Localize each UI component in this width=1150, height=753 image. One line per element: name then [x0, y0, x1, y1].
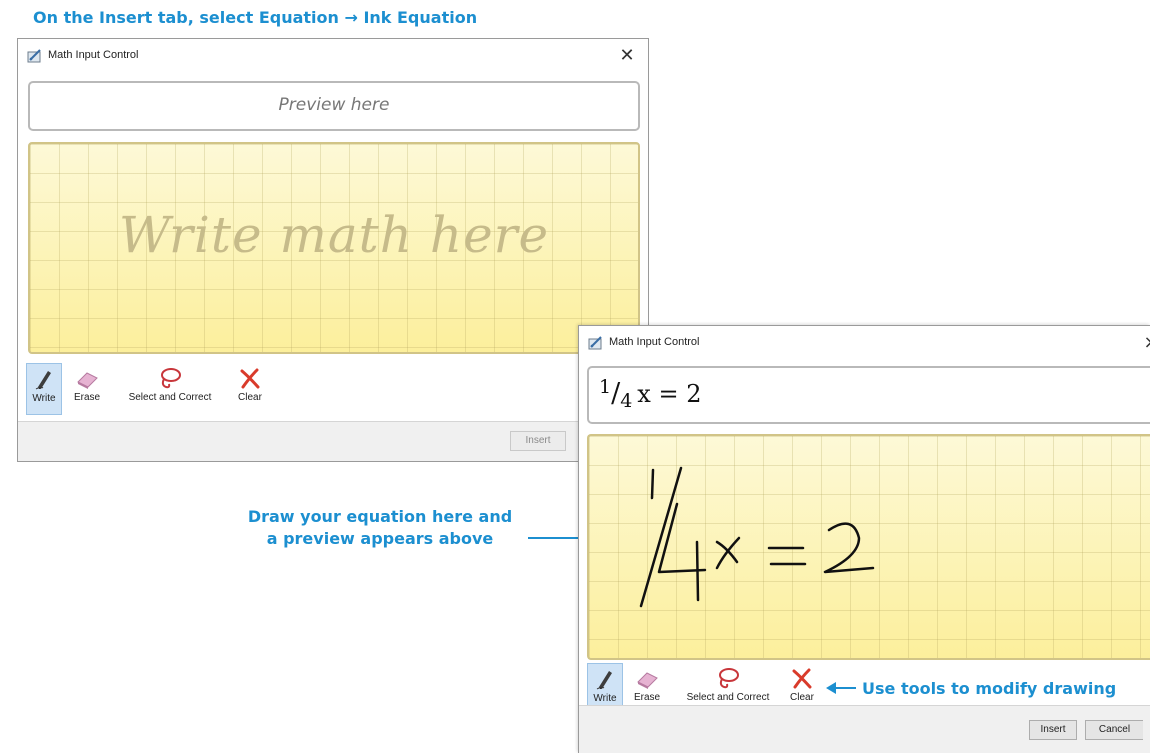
lasso-icon	[719, 668, 739, 689]
math-input-window-empty: Math Input Control ✕ Preview here Write …	[17, 38, 649, 462]
tutorial-figure: On the Insert tab, select Equation → Ink…	[0, 0, 1150, 753]
clear-x-icon	[240, 368, 260, 389]
preview-placeholder: Preview here	[278, 95, 390, 115]
close-button[interactable]: ×	[1138, 331, 1150, 355]
fraction-denominator: 4	[620, 390, 633, 412]
preview-box: 1/4 x = 2	[587, 366, 1150, 424]
tools-callout-arrow	[826, 682, 856, 694]
handwritten-equation-ink	[639, 466, 875, 608]
select-and-correct-tool-button[interactable]: Select and Correct	[115, 363, 225, 415]
window-footer: Insert	[18, 421, 648, 461]
tools-callout: Use tools to modify drawing	[862, 679, 1117, 698]
insert-button[interactable]: Insert	[510, 431, 566, 451]
title-bar: Math Input Control ×	[579, 326, 1150, 360]
lasso-icon	[161, 368, 181, 389]
draw-callout-line-2: a preview appears above	[266, 529, 494, 548]
insert-button[interactable]: Insert	[1029, 720, 1077, 740]
preview-box: Preview here	[28, 81, 640, 131]
erase-label: Erase	[73, 392, 101, 403]
eraser-icon	[637, 672, 658, 689]
math-input-app-icon	[588, 336, 602, 350]
erase-label: Erase	[633, 692, 661, 703]
fraction-slash: /	[611, 378, 621, 409]
close-button[interactable]: ✕	[614, 44, 640, 68]
math-input-app-icon	[27, 49, 41, 63]
window-title: Math Input Control	[609, 336, 700, 348]
writing-canvas[interactable]	[587, 434, 1150, 660]
clear-x-icon	[792, 668, 812, 689]
cancel-button[interactable]: Cancel	[1085, 720, 1143, 740]
window-footer: Insert Cancel	[579, 705, 1150, 753]
erase-tool-button[interactable]: Erase	[68, 363, 106, 415]
draw-callout-line-1: Draw your equation here and	[247, 507, 513, 526]
select-and-correct-label: Select and Correct	[128, 392, 212, 403]
equation-rest: x = 2	[637, 380, 702, 408]
pen-icon	[35, 371, 51, 390]
writing-canvas[interactable]: Write math here	[28, 142, 640, 354]
canvas-placeholder: Write math here	[118, 206, 550, 264]
clear-label: Clear	[790, 692, 814, 703]
select-and-correct-label: Select and Correct	[686, 692, 770, 703]
preview-equation: 1/4 x = 2	[599, 376, 701, 412]
clear-tool-button[interactable]: Clear	[233, 363, 267, 415]
write-label: Write	[32, 393, 56, 404]
eraser-icon	[77, 372, 98, 389]
window-title: Math Input Control	[48, 49, 139, 61]
clear-label: Clear	[238, 392, 262, 403]
draw-callout: Draw your equation here and a preview ap…	[200, 506, 560, 550]
instruction-heading: On the Insert tab, select Equation → Ink…	[33, 8, 478, 27]
write-label: Write	[593, 693, 617, 704]
write-tool-button[interactable]: Write	[26, 363, 62, 415]
title-bar: Math Input Control ✕	[18, 39, 648, 73]
pen-icon	[596, 671, 612, 690]
fraction-numerator: 1	[599, 376, 612, 398]
